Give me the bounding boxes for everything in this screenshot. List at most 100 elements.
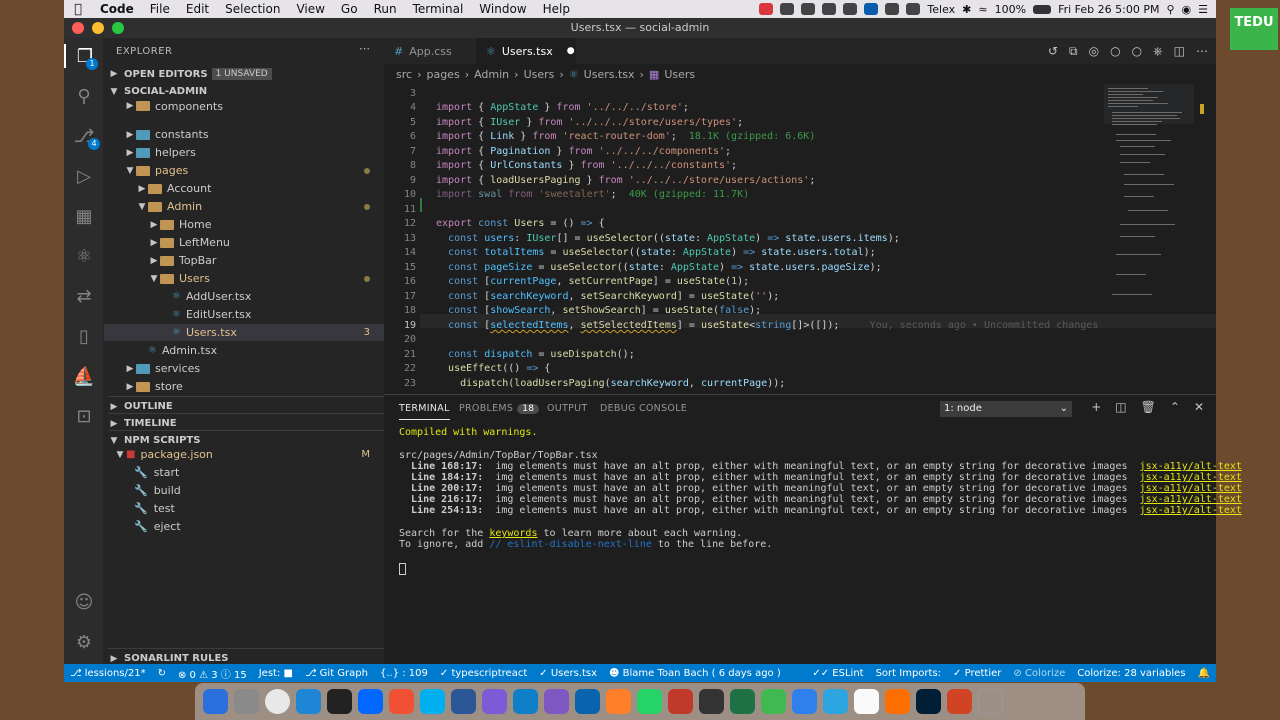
close-panel-icon[interactable]: ✕: [1194, 400, 1204, 414]
menu-window[interactable]: Window: [471, 2, 534, 16]
chrome-icon[interactable]: [265, 689, 290, 714]
project-section[interactable]: ▼ SOCIAL-ADMIN: [108, 86, 208, 97]
vscode-icon[interactable]: [296, 689, 321, 714]
more-actions-icon[interactable]: ⋯: [359, 42, 370, 55]
wifi-icon[interactable]: ≈: [978, 3, 987, 16]
battery-level[interactable]: 100%: [995, 3, 1026, 16]
powerpoint-icon[interactable]: [947, 689, 972, 714]
sync-icon[interactable]: ↻: [152, 668, 172, 679]
docker-icon[interactable]: ⛵: [72, 364, 96, 388]
current-file[interactable]: ✓ Users.tsx: [533, 668, 603, 679]
extensions-icon[interactable]: ▦: [72, 204, 96, 228]
menu-code[interactable]: Code: [92, 2, 142, 16]
open-editors-section[interactable]: ▶ OPEN EDITORS 1 UNSAVED: [108, 68, 272, 80]
colorize-variables[interactable]: Colorize: 28 variables: [1071, 668, 1191, 679]
photoshop-icon[interactable]: [916, 689, 941, 714]
menubar-app-icon[interactable]: [864, 3, 879, 15]
tree-file-adduser[interactable]: ⚛ AddUser.tsx: [104, 288, 384, 305]
open-changes-icon[interactable]: ⧉: [1069, 44, 1078, 59]
postman-icon[interactable]: [606, 689, 631, 714]
spotlight-icon[interactable]: ⚲: [1166, 3, 1174, 16]
branch-indicator[interactable]: ⎇ lessions/21*: [64, 668, 152, 679]
menu-terminal[interactable]: Terminal: [405, 2, 472, 16]
apple-icon[interactable]: : [64, 2, 92, 17]
npm-scripts-section[interactable]: ▼ NPM SCRIPTS: [108, 430, 384, 446]
tree-folder-store[interactable]: ▶ store: [104, 378, 384, 395]
menubar-app-icon[interactable]: [780, 3, 795, 15]
outlook-icon[interactable]: [575, 689, 600, 714]
whatsapp-icon[interactable]: [637, 689, 662, 714]
teamviewer-icon[interactable]: [792, 689, 817, 714]
cursor-position[interactable]: {..} : 109: [374, 668, 434, 679]
edge-icon[interactable]: [513, 689, 538, 714]
zoom-window-button[interactable]: [112, 22, 124, 34]
npm-script-test[interactable]: 🔧 test: [104, 500, 384, 517]
zalo-icon[interactable]: [358, 689, 383, 714]
unsaved-dot-icon[interactable]: ●: [567, 46, 575, 56]
terminal-icon[interactable]: ⊡: [72, 404, 96, 428]
sonarlint-section[interactable]: ▶ SONARLINT RULES: [108, 648, 384, 664]
tree-folder-leftmenu[interactable]: ▶ LeftMenu: [104, 234, 384, 251]
tree-folder-components[interactable]: ▶ components: [104, 100, 384, 112]
eslint-status[interactable]: ✓✓ ESLint: [806, 668, 869, 679]
menu-run[interactable]: Run: [366, 2, 405, 16]
trash-icon[interactable]: [978, 689, 1003, 714]
menu-file[interactable]: File: [142, 2, 178, 16]
notes-icon[interactable]: [854, 689, 879, 714]
breadcrumb-symbol[interactable]: Users: [664, 68, 695, 81]
messenger-icon[interactable]: [482, 689, 507, 714]
terminal-cursor[interactable]: [399, 563, 406, 575]
menubar-app-icon[interactable]: [822, 3, 837, 15]
terminal-app-icon[interactable]: [327, 689, 352, 714]
menubar-app-icon[interactable]: [843, 3, 858, 15]
minimap[interactable]: [1104, 84, 1204, 334]
search-icon[interactable]: ⚲: [72, 84, 96, 108]
tab-app-css[interactable]: # App.css: [384, 38, 476, 64]
tree-folder-pages[interactable]: ▼ pages: [104, 162, 384, 179]
previous-change-icon[interactable]: ○: [1110, 44, 1120, 59]
notifications-icon[interactable]: 🔔: [1192, 668, 1216, 679]
colorize-toggle[interactable]: ⊘ Colorize: [1007, 668, 1071, 679]
record-icon[interactable]: [759, 3, 774, 15]
activity-monitor-icon[interactable]: [699, 689, 724, 714]
tree-folder-home[interactable]: ▶ Home: [104, 216, 384, 233]
run-debug-icon[interactable]: ▷: [72, 164, 96, 188]
tab-debug-console[interactable]: DEBUG CONSOLE: [600, 403, 687, 414]
next-change-icon[interactable]: ○: [1132, 44, 1142, 59]
npm-script-eject[interactable]: 🔧 eject: [104, 518, 384, 535]
code-editor[interactable]: 3 4 5 6 7 8 9 10 11 12 13 14 15 16 17 18…: [384, 84, 1216, 394]
accounts-icon[interactable]: ☺: [72, 590, 96, 614]
telegram-icon[interactable]: [823, 689, 848, 714]
settings-gear-icon[interactable]: ⚙: [72, 630, 96, 654]
facetime-icon[interactable]: [761, 689, 786, 714]
git-commit-icon[interactable]: ◎: [1089, 44, 1099, 59]
menubar-app-icon[interactable]: [906, 3, 921, 15]
telex-indicator[interactable]: Telex: [927, 3, 955, 16]
tree-folder-users[interactable]: ▼ Users: [104, 270, 384, 287]
explorer-icon[interactable]: ❐ 1: [64, 44, 104, 70]
terminal-select[interactable]: 1: node ⌄: [940, 401, 1072, 417]
git-graph-button[interactable]: ⎇ Git Graph: [299, 668, 374, 679]
finder-icon[interactable]: [203, 689, 228, 714]
npm-script-build[interactable]: 🔧 build: [104, 482, 384, 499]
kill-terminal-icon[interactable]: 🗑: [1141, 400, 1156, 414]
git-blame[interactable]: ☻ Blame Toan Bach ( 6 days ago ): [603, 668, 787, 679]
outline-section[interactable]: ▶ OUTLINE: [108, 396, 384, 412]
testing-icon[interactable]: ⚛: [72, 244, 96, 268]
menu-go[interactable]: Go: [333, 2, 366, 16]
skype-icon[interactable]: [420, 689, 445, 714]
maximize-panel-icon[interactable]: ⌃: [1170, 400, 1180, 414]
bookmarks-icon[interactable]: ▯: [72, 324, 96, 348]
tab-problems[interactable]: PROBLEMS 18: [459, 403, 540, 414]
compare-icon[interactable]: ⎈: [1153, 44, 1163, 59]
excel-icon[interactable]: [730, 689, 755, 714]
menubar-app-icon[interactable]: [801, 3, 816, 15]
filezilla-icon[interactable]: [668, 689, 693, 714]
sort-imports-status[interactable]: Sort Imports:: [870, 668, 947, 679]
prettier-status[interactable]: ✓ Prettier: [947, 668, 1007, 679]
tree-file-edituser[interactable]: ⚛ EditUser.tsx: [104, 306, 384, 323]
tree-folder-topbar[interactable]: ▶ TopBar: [104, 252, 384, 269]
split-terminal-icon[interactable]: ◫: [1115, 400, 1126, 414]
remote-icon[interactable]: ⇄: [72, 284, 96, 308]
breadcrumb-src[interactable]: src: [396, 68, 412, 81]
